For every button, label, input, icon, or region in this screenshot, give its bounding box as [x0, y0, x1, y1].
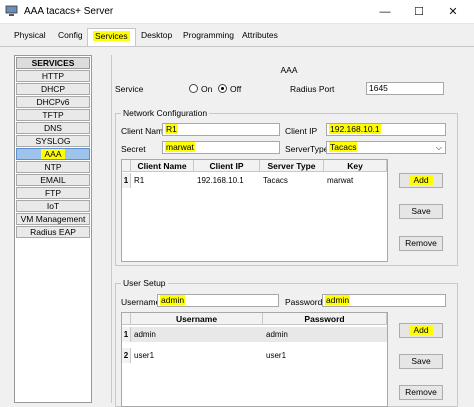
server-type-select[interactable]: Tacacs ⌵	[326, 141, 446, 154]
password-field[interactable]: admin	[322, 294, 446, 307]
service-off-label: Off	[230, 84, 242, 94]
tab-desktop[interactable]: Desktop	[141, 30, 172, 40]
row-number: 1	[122, 327, 131, 342]
cell-username: admin	[134, 330, 156, 339]
column-header-password[interactable]: Password	[263, 313, 387, 325]
cell-server-type: Tacacs	[263, 176, 288, 185]
radius-port-field[interactable]: 1645	[366, 82, 444, 95]
table-corner	[122, 313, 131, 325]
tab-bar: Physical Config Services Desktop Program…	[0, 24, 474, 46]
column-header-username[interactable]: Username	[131, 313, 263, 325]
user-setup-title: User Setup	[121, 278, 168, 288]
users-table[interactable]: Username Password 1 admin admin 2 user1 …	[121, 312, 388, 407]
sidebar-item-http[interactable]: HTTP	[16, 70, 90, 82]
column-header-server-type[interactable]: Server Type	[260, 160, 324, 172]
tab-attributes[interactable]: Attributes	[242, 30, 278, 40]
service-on-radio[interactable]	[189, 84, 198, 93]
server-type-label: ServerType	[285, 144, 329, 154]
sidebar-item-email[interactable]: EMAIL	[16, 174, 90, 186]
client-name-field[interactable]: R1	[162, 123, 280, 136]
sidebar-item-vm-management[interactable]: VM Management	[16, 213, 90, 225]
password-label: Password	[285, 297, 323, 307]
cell-password: user1	[266, 351, 287, 360]
tab-physical[interactable]: Physical	[14, 30, 46, 40]
sidebar-item-dhcp[interactable]: DHCP	[16, 83, 90, 95]
column-header-client-ip[interactable]: Client IP	[194, 160, 260, 172]
network-configuration-title: Network Configuration	[121, 108, 210, 118]
sidebar-item-ftp[interactable]: FTP	[16, 187, 90, 199]
row-number: 2	[122, 348, 131, 363]
sidebar-item-iot[interactable]: IoT	[16, 200, 90, 212]
remove-user-button[interactable]: Remove	[399, 385, 443, 400]
tab-config[interactable]: Config	[58, 30, 83, 40]
sidebar-item-tftp[interactable]: TFTP	[16, 109, 90, 121]
sidebar-item-syslog[interactable]: SYSLOG	[16, 135, 90, 147]
clients-table[interactable]: Client Name Client IP Server Type Key 1 …	[121, 159, 388, 262]
radius-port-label: Radius Port	[290, 84, 335, 94]
sidebar-header: SERVICES	[16, 57, 90, 69]
sidebar-item-aaa[interactable]: AAA	[16, 148, 90, 160]
client-ip-field[interactable]: 192.168.10.1	[326, 123, 446, 136]
sidebar-item-ntp[interactable]: NTP	[16, 161, 90, 173]
client-ip-label: Client IP	[285, 126, 318, 136]
server-app-icon	[5, 5, 18, 16]
table-row[interactable]: 1 R1 192.168.10.1 Tacacs marwat	[122, 173, 387, 188]
minimize-button[interactable]: —	[368, 0, 402, 24]
table-row[interactable]: 1 admin admin	[122, 327, 387, 342]
services-sidebar: SERVICES HTTP DHCP DHCPv6 TFTP DNS SYSLO…	[14, 55, 92, 403]
client-name-label: Client Name	[121, 126, 168, 136]
column-header-client-name[interactable]: Client Name	[131, 160, 194, 172]
add-client-button[interactable]: Add	[399, 173, 443, 188]
close-button[interactable]: ✕	[436, 0, 470, 24]
sidebar-item-dns[interactable]: DNS	[16, 122, 90, 134]
username-field[interactable]: admin	[157, 294, 279, 307]
service-label: Service	[115, 84, 144, 94]
column-header-key[interactable]: Key	[324, 160, 387, 172]
secret-label: Secret	[121, 144, 146, 154]
cell-password: admin	[266, 330, 288, 339]
chevron-down-icon: ⌵	[435, 143, 442, 152]
cell-client-name: R1	[134, 176, 145, 185]
tab-programming[interactable]: Programming	[183, 30, 234, 40]
cell-key: marwat	[327, 176, 354, 185]
cell-username: user1	[134, 351, 155, 360]
tab-services[interactable]: Services	[87, 28, 136, 46]
title-bar: AAA tacacs+ Server — ☐ ✕	[0, 0, 474, 24]
cell-client-ip: 192.168.10.1	[197, 176, 244, 185]
maximize-button[interactable]: ☐	[402, 0, 436, 24]
service-off-radio[interactable]	[218, 84, 227, 93]
table-row[interactable]: 2 user1 user1	[122, 348, 387, 363]
save-client-button[interactable]: Save	[399, 204, 443, 219]
table-corner	[122, 160, 131, 172]
row-number: 1	[122, 173, 131, 188]
aaa-panel: AAA Service On Off Radius Port 1645 Netw…	[111, 55, 465, 407]
sidebar-item-dhcpv6[interactable]: DHCPv6	[16, 96, 90, 108]
window-title: AAA tacacs+ Server	[24, 6, 114, 17]
username-label: Username	[121, 297, 161, 307]
service-on-label: On	[201, 84, 213, 94]
page-title: AAA	[280, 65, 298, 75]
save-user-button[interactable]: Save	[399, 354, 443, 369]
secret-field[interactable]: marwat	[162, 141, 280, 154]
add-user-button[interactable]: Add	[399, 323, 443, 338]
remove-client-button[interactable]: Remove	[399, 236, 443, 251]
sidebar-item-radius-eap[interactable]: Radius EAP	[16, 226, 90, 238]
